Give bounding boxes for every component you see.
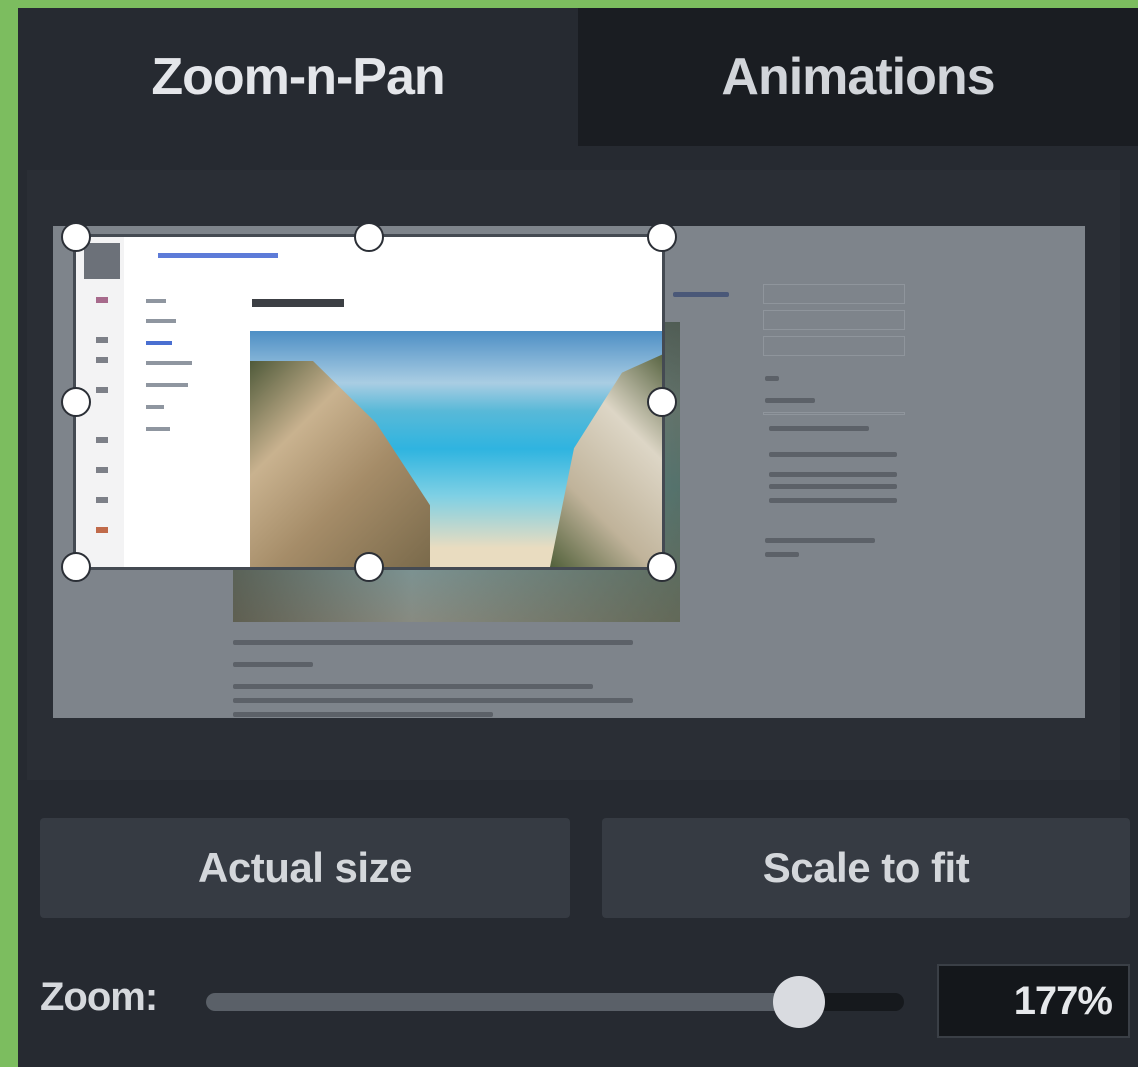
resize-handle-bottom-left[interactable]: [61, 552, 91, 582]
tab-animations[interactable]: Animations: [578, 8, 1138, 146]
zoom-value-input[interactable]: 177%: [937, 964, 1130, 1038]
scale-to-fit-button[interactable]: Scale to fit: [602, 818, 1130, 918]
zoom-selection-frame[interactable]: [76, 237, 662, 567]
zoom-slider[interactable]: [206, 976, 904, 1028]
preview-photo: [250, 331, 662, 567]
actual-size-button[interactable]: Actual size: [40, 818, 570, 918]
resize-handle-top-left[interactable]: [61, 222, 91, 252]
resize-handle-right[interactable]: [647, 387, 677, 417]
resize-handle-left[interactable]: [61, 387, 91, 417]
resize-handle-bottom[interactable]: [354, 552, 384, 582]
tab-zoom-n-pan[interactable]: Zoom-n-Pan: [18, 8, 578, 146]
zoom-label: Zoom:: [40, 975, 158, 1019]
zoom-slider-fill: [206, 993, 799, 1011]
zoom-slider-thumb[interactable]: [773, 976, 825, 1028]
resize-handle-top[interactable]: [354, 222, 384, 252]
resize-handle-top-right[interactable]: [647, 222, 677, 252]
resize-handle-bottom-right[interactable]: [647, 552, 677, 582]
